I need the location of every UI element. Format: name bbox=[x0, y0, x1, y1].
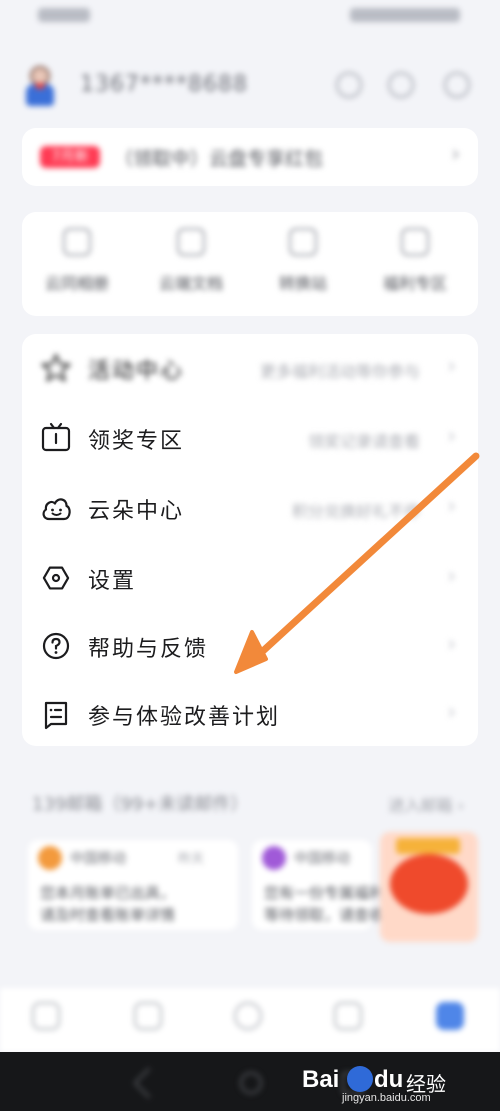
username: 1367****8688 bbox=[80, 72, 248, 97]
question-circle-icon bbox=[42, 632, 70, 660]
menu-item-label: 云朵中心 bbox=[88, 499, 185, 524]
menu-item-value: 更多福利活动等你参与 bbox=[259, 362, 420, 381]
quick-link-convert[interactable]: 转换站 bbox=[248, 228, 358, 294]
message-icon[interactable] bbox=[388, 72, 414, 98]
watermark-brand: Bai bbox=[302, 1066, 340, 1093]
menu-item-activity-center[interactable]: 活动中心 更多福利活动等你参与 › bbox=[22, 334, 478, 402]
chevron-right-icon: › bbox=[447, 564, 456, 589]
sender-avatar bbox=[262, 846, 286, 870]
menu-list: 活动中心 更多福利活动等你参与 › 领奖专区 领奖记录请查看 › 云朵中心 积分… bbox=[22, 334, 478, 746]
chevron-right-icon: › bbox=[447, 424, 456, 449]
album-icon bbox=[63, 228, 91, 256]
chevron-right-icon: › bbox=[447, 354, 456, 379]
menu-item-rewards[interactable]: 领奖专区 领奖记录请查看 › bbox=[22, 404, 478, 472]
tab-mine-icon[interactable] bbox=[436, 1002, 464, 1030]
back-icon[interactable] bbox=[133, 1067, 165, 1099]
banner-tag: 7月新 bbox=[40, 146, 100, 168]
tab-home-icon[interactable] bbox=[32, 1002, 60, 1030]
menu-item-label: 领奖专区 bbox=[88, 429, 185, 454]
menu-item-label: 参与体验改善计划 bbox=[88, 705, 281, 730]
menu-item-value: 积分兑换好礼不停 bbox=[291, 502, 420, 521]
quick-link-album[interactable]: 云同相册 bbox=[22, 228, 132, 294]
sender-avatar bbox=[38, 846, 62, 870]
menu-item-cloud-center[interactable]: 云朵中心 积分兑换好礼不停 › bbox=[22, 474, 478, 542]
quick-links: 云同相册 云端文档 转换站 福利专区 bbox=[22, 212, 478, 316]
watermark-brand-suffix: du bbox=[374, 1066, 404, 1093]
banner-text: （领取中）云盘专享红包 bbox=[114, 148, 324, 170]
promo-banner[interactable]: 7月新 （领取中）云盘专享红包 › bbox=[22, 128, 478, 186]
menu-item-label: 设置 bbox=[88, 569, 137, 594]
mail-more-link[interactable]: 进入邮箱 › bbox=[389, 792, 465, 816]
tab-discover-icon[interactable] bbox=[234, 1002, 262, 1030]
tab-share-icon[interactable] bbox=[334, 1002, 362, 1030]
paw-logo-icon bbox=[347, 1066, 373, 1092]
chevron-right-icon: › bbox=[451, 142, 460, 167]
scan-icon[interactable] bbox=[336, 72, 362, 98]
promo-image[interactable] bbox=[380, 832, 478, 942]
status-bar bbox=[0, 0, 500, 38]
menu-item-experience-program[interactable]: 参与体验改善计划 › bbox=[22, 680, 478, 748]
avatar[interactable] bbox=[26, 66, 54, 106]
mail-message[interactable]: 中国移动 昨天 您本月账单已出具， 请及时查看账单详情 bbox=[28, 840, 238, 930]
doc-icon bbox=[177, 228, 205, 256]
star-icon bbox=[41, 353, 71, 382]
chevron-right-icon: › bbox=[447, 632, 456, 657]
status-left bbox=[38, 8, 90, 22]
mail-title: 139邮箱（99+未读邮件） bbox=[32, 794, 249, 815]
bottom-tab-bar bbox=[0, 988, 500, 1052]
settings-hex-icon bbox=[42, 566, 70, 590]
gift-icon bbox=[401, 228, 429, 256]
mail-message[interactable]: 中国移动 您有一份专属福利 等待领取，请查收 bbox=[252, 840, 384, 930]
menu-item-value: 领奖记录请查看 bbox=[307, 432, 420, 451]
quick-link-doc[interactable]: 云端文档 bbox=[136, 228, 246, 294]
watermark-site: jingyan.baidu.com bbox=[342, 1092, 431, 1104]
feedback-form-icon bbox=[44, 701, 68, 730]
mail-card[interactable]: 139邮箱（99+未读邮件） 进入邮箱 › 中国移动 昨天 您本月账单已出具， … bbox=[22, 770, 478, 950]
menu-item-label: 活动中心 bbox=[88, 359, 185, 384]
home-icon[interactable] bbox=[240, 1072, 262, 1094]
chevron-right-icon: › bbox=[447, 494, 456, 519]
menu-item-help-feedback[interactable]: 帮助与反馈 › bbox=[22, 612, 478, 680]
convert-icon bbox=[289, 228, 317, 256]
quick-link-gift[interactable]: 福利专区 bbox=[360, 228, 470, 294]
profile-header: 1367****8688 bbox=[0, 58, 500, 118]
menu-item-label: 帮助与反馈 bbox=[88, 637, 209, 662]
menu-item-settings[interactable]: 设置 › bbox=[22, 544, 478, 612]
baidu-jingyan-watermark: Bai du 经验 jingyan.baidu.com bbox=[302, 1060, 472, 1104]
settings-icon[interactable] bbox=[444, 72, 470, 98]
chevron-right-icon: › bbox=[447, 700, 456, 725]
cloud-smile-icon bbox=[42, 498, 71, 521]
status-right bbox=[350, 8, 460, 22]
tab-files-icon[interactable] bbox=[134, 1002, 162, 1030]
tv-icon bbox=[41, 422, 71, 452]
